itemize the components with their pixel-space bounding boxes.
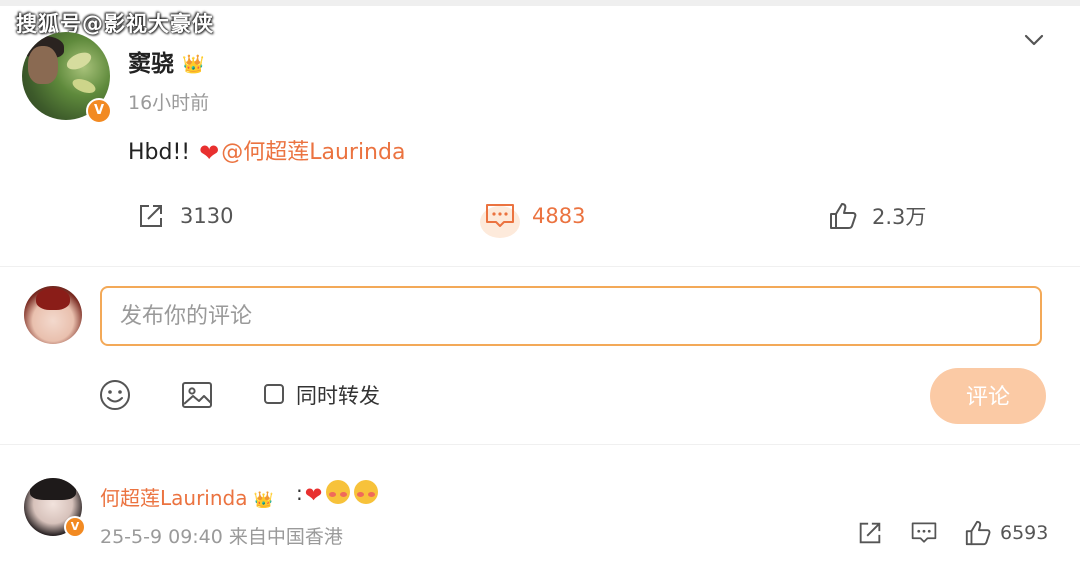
comment-repost-button[interactable]: [856, 518, 884, 548]
avatar-hair: [30, 478, 76, 500]
post-text-prefix: Hbd!!: [128, 140, 198, 165]
avatar-leaf: [70, 76, 98, 96]
repost-checkbox-label[interactable]: 同时转发: [296, 380, 380, 410]
post-author-name-text[interactable]: 窦骁: [128, 51, 174, 77]
blush-emoji-icon: [326, 480, 351, 504]
comment-reply-button[interactable]: [910, 518, 938, 548]
post-author-name[interactable]: 窦骁 👑: [128, 44, 204, 78]
avatar-hair: [36, 288, 70, 310]
heart-icon: ❤: [199, 139, 220, 167]
comment-meta: 25-5-9 09:40 来自中国香港: [100, 526, 343, 548]
kiss-emoji-icon: [354, 480, 379, 504]
repost-count: 3130: [180, 204, 234, 228]
emoji-cheek: [340, 492, 348, 497]
avatar-face: [28, 46, 58, 84]
crown-icon: 👑: [253, 490, 274, 509]
like-count: 2.3万: [872, 205, 927, 229]
repost-icon: [859, 522, 881, 544]
like-button[interactable]: 2.3万: [828, 200, 926, 232]
emoji-icon[interactable]: [98, 378, 132, 412]
current-user-avatar[interactable]: [24, 286, 82, 344]
comment-like-count: 6593: [1000, 522, 1049, 544]
heart-icon: ❤: [304, 483, 323, 507]
chevron-down-icon[interactable]: [1022, 28, 1046, 52]
repost-checkbox[interactable]: [264, 384, 284, 404]
comment-icon: [911, 522, 937, 543]
top-divider-bar: [0, 0, 1080, 6]
like-icon: [965, 520, 991, 546]
comment-button[interactable]: 4883: [480, 200, 586, 238]
comment-count: 4883: [532, 204, 586, 228]
like-icon: [830, 203, 857, 229]
crown-icon: 👑: [182, 54, 205, 75]
submit-comment-button[interactable]: 评论: [930, 368, 1046, 424]
comment-icon: [480, 200, 520, 238]
comment-like-button[interactable]: 6593: [964, 518, 1048, 548]
mention-link[interactable]: @何超莲Laurinda: [221, 140, 405, 165]
comment-author-name-text[interactable]: 何超莲Laurinda: [100, 486, 247, 510]
emoji-cheek: [329, 492, 337, 497]
repost-icon: [140, 205, 162, 227]
section-divider: [0, 444, 1080, 445]
comment-text: :❤: [296, 480, 379, 507]
comment-bubble-shape: [486, 204, 514, 227]
verified-badge-icon: V: [86, 98, 112, 124]
comment-separator: :: [296, 481, 303, 505]
repost-button[interactable]: 3130: [136, 200, 233, 232]
emoji-cheek: [368, 492, 376, 497]
comment-author-name[interactable]: 何超莲Laurinda 👑: [100, 482, 274, 511]
verified-badge-icon: V: [64, 516, 86, 538]
post-time: 16小时前: [128, 92, 210, 114]
comment-input[interactable]: [100, 286, 1042, 346]
section-divider: [0, 266, 1080, 267]
post-text: Hbd!! ❤@何超莲Laurinda: [128, 134, 405, 167]
watermark: 搜狐号@影视大豪侠: [16, 12, 214, 36]
emoji-cheek: [357, 492, 365, 497]
avatar-leaf: [64, 49, 94, 73]
image-icon[interactable]: [180, 378, 214, 412]
weibo-post-page: 搜狐号@影视大豪侠 V 窦骁 👑 16小时前 Hbd!! ❤@何超莲Laurin…: [0, 0, 1080, 564]
